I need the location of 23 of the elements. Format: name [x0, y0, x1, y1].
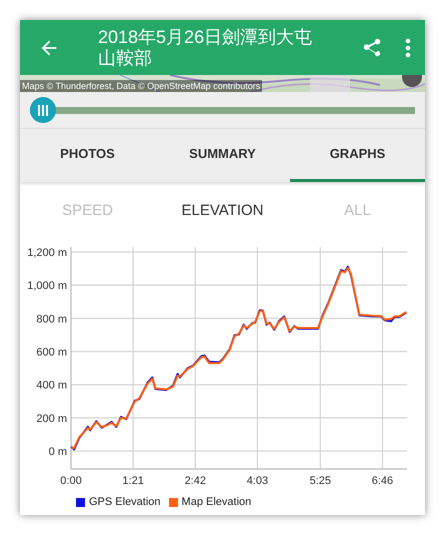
y-tick-label: 400 m: [36, 380, 67, 392]
x-tick-label: 6:46: [372, 475, 394, 487]
track-title: 2018年5月26日劍潭到大屯山鞍部: [98, 26, 314, 68]
x-tick-label: 4:03: [246, 475, 268, 487]
tab[interactable]: GRAPHS: [290, 129, 425, 182]
legend-label: GPS Elevation: [89, 495, 161, 510]
graph-tab[interactable]: ELEVATION: [155, 200, 290, 222]
y-tick-label: 0 m: [48, 446, 67, 458]
share-icon[interactable]: [361, 36, 383, 58]
y-tick-label: 1,200 m: [27, 246, 67, 259]
y-tick-label: 1,000 m: [27, 280, 67, 292]
x-tick-label: 5:25: [310, 475, 332, 487]
tab[interactable]: PHOTOS: [20, 129, 155, 182]
y-tick-label: 800 m: [36, 313, 67, 326]
x-tick-label: 1:21: [122, 475, 144, 487]
x-tick-label: 0:00: [60, 475, 82, 487]
x-tick-label: 2:42: [184, 475, 206, 487]
y-tick-label: 200 m: [36, 412, 67, 425]
y-tick-label: 600 m: [36, 346, 67, 359]
tab[interactable]: SUMMARY: [155, 129, 290, 182]
legend-label: Map Elevation: [182, 495, 252, 510]
map-attribution: Maps © Thunderforest, Data © OpenStreetMap contributors: [20, 80, 262, 92]
more-options-icon[interactable]: [405, 38, 411, 58]
